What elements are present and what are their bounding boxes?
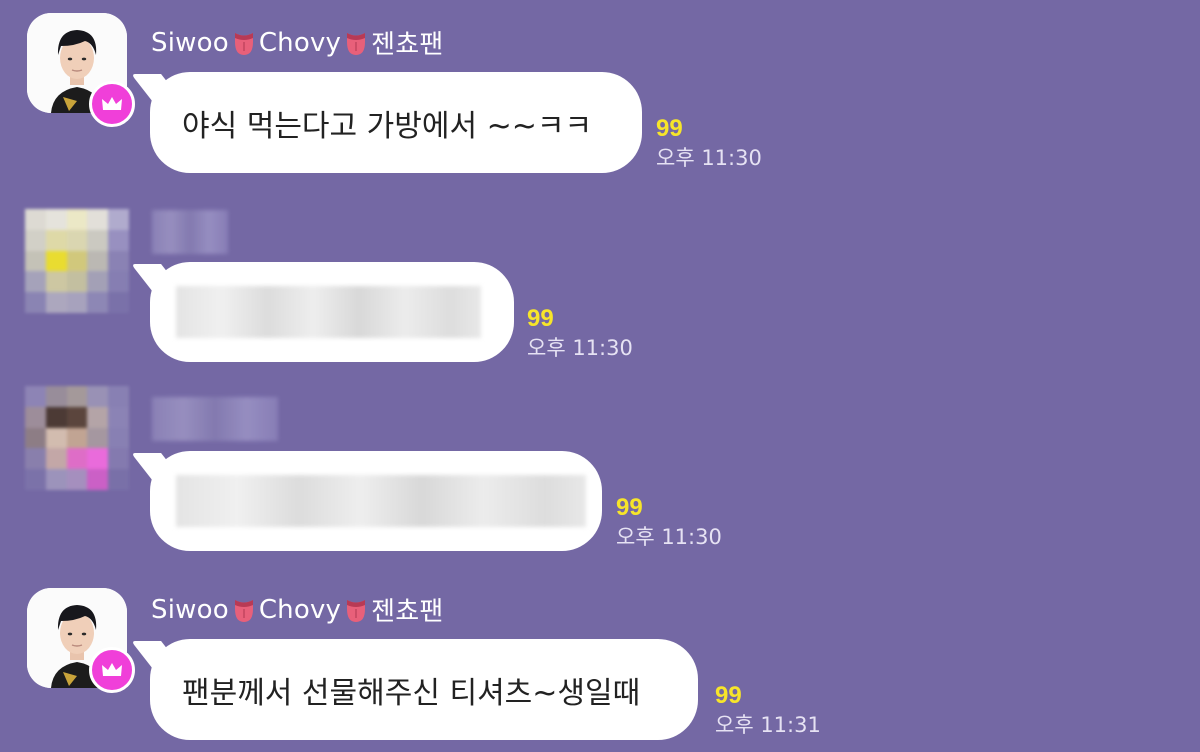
blurred-avatar[interactable] xyxy=(25,386,129,490)
unread-count: 99 xyxy=(527,305,554,332)
unread-count: 99 xyxy=(656,115,683,142)
sender-name: Siwoo Chovy 젠쵸팬 xyxy=(151,24,444,61)
blurred-sender-name xyxy=(152,210,228,254)
message-bubble[interactable]: 야식 먹는다고 가방에서 ~~ㅋㅋ xyxy=(150,72,642,173)
message-text: 야식 먹는다고 가방에서 ~~ㅋㅋ xyxy=(182,108,593,144)
crown-icon xyxy=(102,97,122,110)
message-time: 오후 11:30 xyxy=(527,336,633,360)
message-bubble[interactable]: 팬분께서 선물해주신 티셔츠~생일때 xyxy=(150,639,698,740)
sender-name-part: Chovy xyxy=(258,594,342,625)
message-bubble[interactable] xyxy=(150,451,602,551)
sender-name-part: 젠쵸팬 xyxy=(371,597,444,627)
tongue-emoji-icon xyxy=(234,599,253,622)
unread-count: 99 xyxy=(616,494,643,521)
blurred-sender-name xyxy=(152,397,278,441)
tongue-emoji-icon xyxy=(234,32,253,55)
message-meta: 99 오후 11:30 xyxy=(527,305,633,361)
sender-name-part: Siwoo xyxy=(151,594,229,625)
message-bubble[interactable] xyxy=(150,262,514,362)
crown-icon xyxy=(102,663,122,676)
sender-name-part: Siwoo xyxy=(151,27,229,58)
crown-badge xyxy=(89,81,135,127)
message-meta: 99 오후 11:31 xyxy=(715,682,821,738)
blurred-message-text xyxy=(176,475,586,527)
sender-name-part: Chovy xyxy=(258,27,342,58)
tongue-emoji-icon xyxy=(347,599,366,622)
message-meta: 99 오후 11:30 xyxy=(616,494,722,550)
message-meta: 99 오후 11:30 xyxy=(656,115,762,171)
message-time: 오후 11:30 xyxy=(616,525,722,549)
sender-name: Siwoo Chovy 젠쵸팬 xyxy=(151,591,444,628)
sender-name-part: 젠쵸팬 xyxy=(371,30,444,60)
message-time: 오후 11:31 xyxy=(715,713,821,737)
unread-count: 99 xyxy=(715,682,742,709)
message-time: 오후 11:30 xyxy=(656,146,762,170)
blurred-message-text xyxy=(176,286,481,338)
crown-badge xyxy=(89,647,135,693)
message-text: 팬분께서 선물해주신 티셔츠~생일때 xyxy=(182,675,641,711)
tongue-emoji-icon xyxy=(347,32,366,55)
blurred-avatar[interactable] xyxy=(25,209,129,313)
